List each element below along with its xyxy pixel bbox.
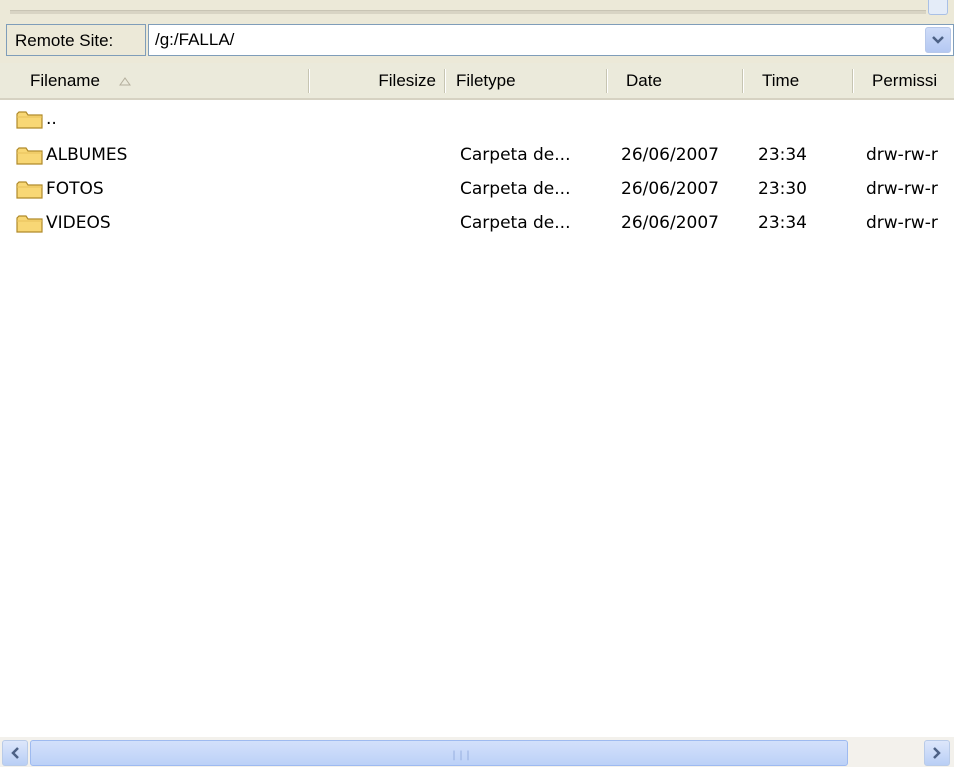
top-corner-button[interactable] (928, 0, 948, 15)
column-label-date: Date (626, 71, 662, 90)
column-header-filesize[interactable]: Filesize (310, 63, 436, 98)
file-time: 23:34 (758, 213, 807, 233)
column-label-filename: Filename (30, 71, 100, 90)
file-permissions: drw-rw-r (866, 213, 938, 233)
chevron-right-icon (933, 747, 941, 759)
remote-site-label: Remote Site: (6, 24, 146, 56)
column-header-permissions[interactable]: Permissi (872, 63, 954, 98)
scroll-right-button[interactable] (924, 740, 950, 766)
file-name: ALBUMES (46, 145, 128, 165)
column-header-filename[interactable]: Filename (30, 63, 131, 98)
column-separator[interactable] (852, 69, 854, 93)
file-time: 23:34 (758, 145, 807, 165)
remote-site-bar: Remote Site: /g:/FALLA/ (6, 18, 954, 62)
column-header-date[interactable]: Date (626, 63, 662, 98)
column-label-filesize: Filesize (378, 71, 436, 90)
scrollbar-thumb[interactable]: ||| (30, 740, 848, 766)
file-permissions: drw-rw-r (866, 179, 938, 199)
file-row[interactable]: FOTOS Carpeta de... 26/06/2007 23:30 drw… (0, 172, 954, 206)
file-type: Carpeta de... (460, 213, 571, 233)
file-list[interactable]: .. ALBUMES Carpeta de... 26/06/2007 23:3… (0, 100, 954, 737)
column-label-filetype: Filetype (456, 71, 516, 90)
file-list-header: Filename Filesize Filetype Date Time Per… (0, 63, 954, 100)
folder-icon (16, 111, 43, 129)
remote-site-path-input[interactable]: /g:/FALLA/ (148, 24, 954, 56)
file-name: .. (46, 109, 57, 129)
chevron-down-icon (932, 36, 944, 44)
column-separator[interactable] (444, 69, 446, 93)
column-separator[interactable] (742, 69, 744, 93)
file-time: 23:30 (758, 179, 807, 199)
folder-icon (16, 147, 43, 165)
top-strip (0, 0, 954, 18)
folder-icon (16, 215, 43, 233)
scroll-left-button[interactable] (2, 740, 28, 766)
column-label-time: Time (762, 71, 800, 90)
scrollbar-grip: ||| (451, 750, 473, 761)
remote-site-dropdown-button[interactable] (925, 27, 951, 53)
file-type: Carpeta de... (460, 145, 571, 165)
file-date: 26/06/2007 (621, 213, 719, 233)
remote-site-path-text: /g:/FALLA/ (155, 30, 235, 49)
file-row[interactable]: ALBUMES Carpeta de... 26/06/2007 23:34 d… (0, 138, 954, 172)
column-header-filetype[interactable]: Filetype (456, 63, 516, 98)
file-row-parent[interactable]: .. (0, 102, 954, 136)
file-date: 26/06/2007 (621, 145, 719, 165)
chevron-left-icon (11, 747, 19, 759)
file-name: FOTOS (46, 179, 104, 199)
folder-icon (16, 181, 43, 199)
file-date: 26/06/2007 (621, 179, 719, 199)
sort-ascending-icon (118, 77, 131, 86)
column-label-permissions: Permissi (872, 71, 938, 90)
horizontal-scrollbar[interactable]: ||| (0, 737, 954, 767)
column-header-time[interactable]: Time (762, 63, 799, 98)
column-separator[interactable] (606, 69, 608, 93)
file-name: VIDEOS (46, 213, 111, 233)
file-type: Carpeta de... (460, 179, 571, 199)
top-divider (10, 10, 926, 14)
file-row[interactable]: VIDEOS Carpeta de... 26/06/2007 23:34 dr… (0, 206, 954, 240)
file-permissions: drw-rw-r (866, 145, 938, 165)
